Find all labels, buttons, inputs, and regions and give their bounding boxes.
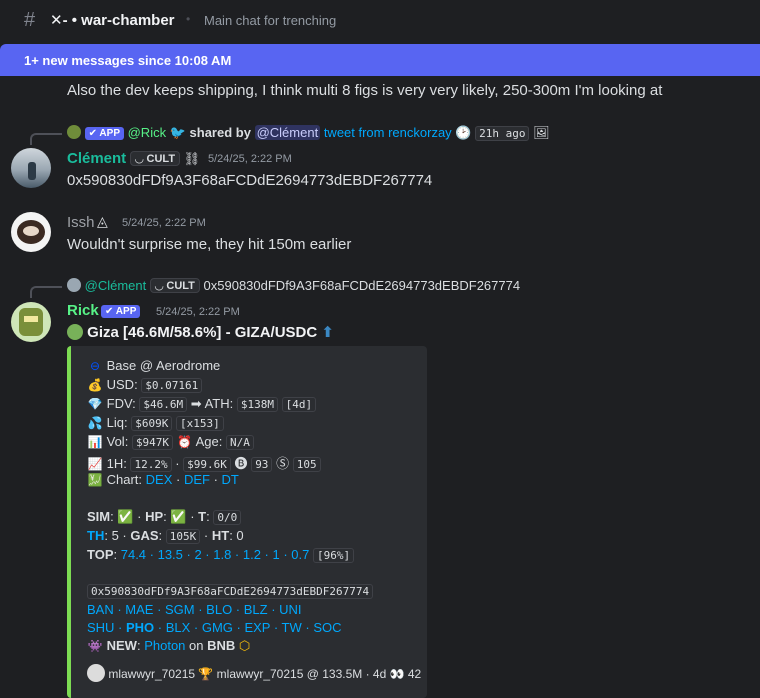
message-continuation: Also the dev keeps shipping, I think mul… (67, 82, 663, 99)
embed-address[interactable]: 0x590830dFDf9A3F68aFCDdE2694773dEBDF2677… (87, 583, 374, 599)
droplets-icon: 💦 (87, 416, 103, 430)
separator-dot: • (186, 12, 191, 26)
embed-sim: SIM: ✅ · HP: ✅ · T: 0/0 (87, 509, 242, 525)
check-icon: ✅ (170, 509, 187, 524)
clement-tag[interactable]: ◡ CULT ⛓ (130, 151, 200, 167)
chart-up-icon: 📈 (87, 457, 103, 471)
footer-avatar (87, 664, 105, 682)
embed-chain: ⊖ Base @ Aerodrome (87, 358, 220, 373)
embed-links-row2[interactable]: SHU · PHO · BLX · GMG · EXP · TW · SOC (87, 620, 342, 635)
green-circle-icon (67, 324, 83, 340)
top-holders-link[interactable]: 74.4 · 13.5 · 2 · 1.8 · 1.2 · 1 · 0.7 (121, 547, 310, 562)
tweet-link[interactable]: tweet from renckorzay (324, 125, 452, 140)
app-badge: ✔ APP (101, 305, 141, 318)
alien-icon: 👾 (87, 639, 103, 653)
author-clement[interactable]: Clément (67, 150, 126, 167)
bar-chart-icon: 📊 (87, 435, 103, 449)
hash-icon: # (24, 9, 36, 31)
clement-mini-avatar-icon (67, 278, 81, 292)
arrow-up-icon: ⬆ (321, 324, 334, 341)
sells-icon: Ⓢ (276, 456, 290, 471)
embed-fdv: 💎 FDV: $46.6M ➡ ATH: $138M [4d] (87, 396, 317, 412)
cult-icon: ◡ (154, 280, 164, 292)
photon-link[interactable]: Photon (144, 638, 185, 653)
buys-icon: 🅑 (234, 456, 248, 471)
image-icon: 🖼 (533, 125, 550, 140)
embed-footer: mlawwyr_70215 🏆 mlawwyr_70215 @ 133.5M ·… (87, 664, 421, 682)
avatar-issh[interactable] (11, 212, 51, 252)
issh-message: Wouldn't surprise me, they hit 150m earl… (67, 236, 352, 253)
chain-icon: ⛓ (183, 151, 201, 166)
embed-usd: 💰 USD: $0.07161 (87, 377, 203, 393)
mention-clement[interactable]: @Clément (254, 125, 321, 140)
embed-top: TOP: 74.4 · 13.5 · 2 · 1.8 · 1.2 · 1 · 0… (87, 547, 355, 563)
time-ago: 21h ago (475, 126, 530, 141)
clement-message: 0x590830dFDf9A3F68aFCDdE2694773dEBDF2677… (67, 172, 433, 189)
check-icon: ✅ (117, 509, 134, 524)
channel-header: # ✕- • war-chamber • Main chat for trenc… (0, 0, 760, 40)
base-icon: ⊖ (89, 359, 101, 373)
new-messages-bar[interactable]: 1+ new messages since 10:08 AM (0, 44, 760, 76)
dex-link[interactable]: DEX (146, 472, 173, 487)
rick-mini-avatar-icon (67, 125, 81, 139)
embed-1h: 📈 1H: 12.2% · $99.6K 🅑 93 Ⓢ 105 (87, 453, 321, 472)
embed-new: 👾 NEW: Photon on BNB ⬡ (87, 638, 251, 653)
reply-preview[interactable]: ✔ APP @Rick 🐦 shared by @Clément tweet f… (67, 125, 550, 141)
clement-timestamp[interactable]: 5/24/25, 2:22 PM (208, 153, 292, 165)
alarm-clock-icon: ⏰ (177, 435, 193, 449)
new-messages-label: 1+ new messages since 10:08 AM (24, 53, 232, 68)
avatar-clement[interactable] (11, 148, 51, 188)
bird-icon: 🐦 (169, 125, 186, 140)
eye-triangle-icon: ◬ (97, 213, 108, 229)
shared-by-label: shared by (189, 125, 251, 140)
arrow-right-icon: ➡ (190, 396, 202, 411)
channel-topic[interactable]: Main chat for trenching (204, 13, 336, 28)
app-badge: ✔ APP (84, 127, 124, 140)
reply-text: 0x590830dFDf9A3F68aFCDdE2694773dEBDF2677… (203, 278, 521, 293)
issh-timestamp[interactable]: 5/24/25, 2:22 PM (122, 217, 206, 229)
diamond-icon: 💎 (87, 397, 103, 411)
reply-preview[interactable]: @Clément ◡ CULT 0x590830dFDf9A3F68aFCDdE… (67, 278, 520, 293)
dt-link[interactable]: DT (222, 472, 239, 487)
money-bag-icon: 💰 (87, 378, 103, 392)
embed-liq: 💦 Liq: $609K [x153] (87, 415, 224, 431)
token-embed: ⊖ Base @ Aerodrome 💰 USD: $0.07161 💎 FDV… (67, 346, 427, 698)
reply-connector (30, 133, 62, 145)
reply-mention[interactable]: @Clément (85, 278, 147, 293)
cult-icon: ◡ (135, 153, 144, 165)
embed-vol: 📊 Vol: $947K ⏰ Age: N/A (87, 434, 254, 450)
chart-yen-icon: 💹 (87, 473, 103, 487)
author-rick[interactable]: Rick (67, 302, 99, 319)
rick-timestamp[interactable]: 5/24/25, 2:22 PM (156, 306, 240, 318)
reply-connector (30, 286, 62, 298)
def-link[interactable]: DEF (184, 472, 210, 487)
author-issh[interactable]: Issh (67, 214, 95, 231)
reply-author[interactable]: @Rick (128, 125, 166, 140)
rick-title: Giza [46.6M/58.6%] - GIZA/USDC ⬆ (67, 323, 334, 341)
embed-th: TH: 5 · GAS: 105K · HT: 0 (87, 528, 244, 544)
embed-links-row1[interactable]: BAN · MAE · SGM · BLO · BLZ · UNI (87, 602, 302, 617)
bnb-icon: ⬡ (238, 638, 251, 653)
embed-chart-links: 💹 Chart: DEX · DEF · DT (87, 472, 239, 487)
channel-name[interactable]: ✕- • war-chamber (50, 11, 175, 29)
avatar-rick[interactable] (11, 302, 51, 342)
clock-icon: 🕑 (455, 125, 472, 140)
